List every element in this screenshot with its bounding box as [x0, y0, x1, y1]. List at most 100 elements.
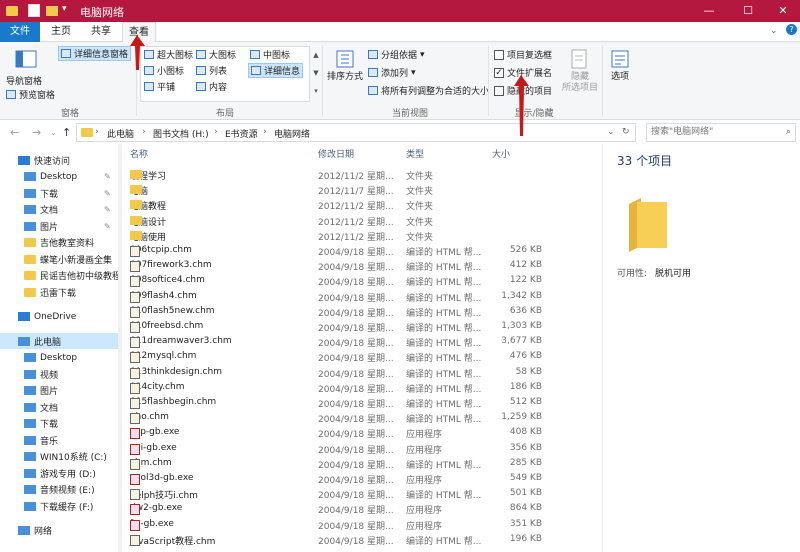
nav-item[interactable]: 快速访问: [0, 152, 118, 168]
nav-item[interactable]: OneDrive: [0, 309, 118, 325]
breadcrumb-item[interactable]: E书资源: [225, 127, 258, 140]
nav-item[interactable]: 吉他教室资料: [0, 235, 118, 251]
file-row[interactable]: 010flash5new.chm 2004/9/18 星期... 编译的 HTML …: [122, 305, 552, 320]
breadcrumb-separator-icon: ›: [263, 127, 267, 137]
layout-tiles[interactable]: 平铺: [144, 80, 175, 93]
nav-item[interactable]: 下载 ✎: [0, 185, 118, 201]
nav-item[interactable]: 下载缓存 (F:): [0, 498, 118, 514]
nav-item[interactable]: 下载: [0, 416, 118, 432]
forward-icon[interactable]: →: [32, 126, 41, 139]
nav-item[interactable]: WIN10系统 (C:): [0, 449, 118, 465]
nav-item[interactable]: 民谣吉他初中级教程: [0, 268, 118, 284]
tab-home[interactable]: 主页: [44, 22, 78, 42]
file-row[interactable]: cgi-gb.exe 2004/9/18 星期... 应用程序 356 KB: [122, 442, 552, 457]
search-input[interactable]: 搜索"电脑网络" ⌕: [646, 123, 796, 142]
file-row[interactable]: 011dreamwaver3.chm 2004/9/18 星期... 编译的 HTM…: [122, 335, 552, 350]
column-header-name[interactable]: 名称: [130, 144, 148, 166]
nav-item[interactable]: 音频视频 (E:): [0, 482, 118, 498]
file-row[interactable]: aho.chm 2004/9/18 星期... 编译的 HTML 帮... 1,259…: [122, 411, 552, 426]
new-folder-icon[interactable]: [46, 6, 58, 16]
file-row[interactable]: delph技巧i.chm 2004/9/18 星期... 编译的 HTML 帮...…: [122, 487, 552, 502]
layout-extra-large-icons[interactable]: 超大图标: [144, 48, 193, 61]
nav-item[interactable]: 网络: [0, 523, 118, 539]
file-row[interactable]: dw2-gb.exe 2004/9/18 星期... 应用程序 864 KB: [122, 502, 552, 517]
layout-scroll[interactable]: ▲ ▼ ▾: [312, 46, 320, 102]
column-header-type[interactable]: 类型: [406, 144, 424, 166]
tab-file[interactable]: 文件: [0, 22, 40, 42]
file-row[interactable]: 008softice4.chm 2004/9/18 星期... 编译的 HTML 帮…: [122, 274, 552, 289]
layout-small-icons[interactable]: 小图标: [144, 64, 184, 77]
file-row[interactable]: 电脑 2012/11/7 星期... 文件夹: [122, 183, 552, 198]
refresh-icon[interactable]: ↻: [622, 127, 630, 137]
nav-item[interactable]: 文档 ✎: [0, 202, 118, 218]
options-button[interactable]: 选项: [606, 48, 634, 83]
help-file-icon: [130, 322, 140, 333]
nav-item[interactable]: Desktop ✎: [0, 169, 118, 185]
tab-share[interactable]: 共享: [84, 22, 118, 42]
maximize-button[interactable]: ☐: [731, 0, 765, 22]
file-row[interactable]: fw-gb.exe 2004/9/18 星期... 应用程序 351 KB: [122, 518, 552, 533]
address-bar[interactable]: › 此电脑 › 图书文档 (H:) › E书资源 › 电脑网络 ⌄ ↻: [76, 123, 636, 142]
fit-columns-button[interactable]: 将所有列调整为合适的大小: [368, 84, 489, 97]
customize-toolbar-icon[interactable]: ▾: [62, 4, 70, 17]
checkbox-checked[interactable]: ✓: [494, 67, 504, 78]
hide-selected-button[interactable]: 隐藏 所选项目: [560, 48, 600, 94]
breadcrumb-item[interactable]: 电脑网络: [274, 127, 310, 140]
file-row[interactable]: 编程学习 2012/11/2 星期... 文件夹: [122, 168, 552, 183]
up-icon[interactable]: ↑: [62, 126, 71, 139]
file-row[interactable]: 013thinkdesign.chm 2004/9/18 星期... 编译的 HTM…: [122, 366, 552, 381]
layout-content[interactable]: 内容: [196, 80, 227, 93]
layout-large-icons[interactable]: 大图标: [196, 48, 236, 61]
close-button[interactable]: ✕: [766, 0, 800, 22]
nav-item[interactable]: 迅雷下载: [0, 284, 118, 300]
minimize-button[interactable]: —: [692, 0, 726, 22]
back-icon[interactable]: ←: [10, 126, 19, 139]
breadcrumb-item[interactable]: 图书文档 (H:): [153, 127, 209, 140]
file-row[interactable]: asp-gb.exe 2004/9/18 星期... 应用程序 408 KB: [122, 426, 552, 441]
breadcrumb-item[interactable]: 此电脑: [107, 127, 134, 140]
nav-item[interactable]: 音乐: [0, 432, 118, 448]
nav-pane-label[interactable]: 导航窗格: [6, 74, 42, 87]
nav-item[interactable]: Desktop: [0, 350, 118, 366]
add-column-button[interactable]: 添加列 ▾: [368, 66, 416, 79]
nav-item[interactable]: 文档: [0, 399, 118, 415]
nav-item[interactable]: 视频: [0, 366, 118, 382]
column-header-date[interactable]: 修改日期: [318, 144, 354, 166]
layout-details[interactable]: 详细信息: [248, 63, 304, 78]
file-row[interactable]: chm.chm 2004/9/18 星期... 编译的 HTML 帮... 285 K…: [122, 457, 552, 472]
file-size: 58 KB: [515, 366, 542, 377]
file-row[interactable]: 009flash4.chm 2004/9/18 星期... 编译的 HTML 帮..…: [122, 290, 552, 305]
nav-pane-button[interactable]: [4, 48, 48, 72]
nav-item[interactable]: 蝶笔小新漫画全集: [0, 251, 118, 267]
file-row[interactable]: 012mysql.chm 2004/9/18 星期... 编译的 HTML 帮...…: [122, 350, 552, 365]
chevron-down-icon[interactable]: ⌄: [607, 127, 615, 137]
file-row[interactable]: 007firework3.chm 2004/9/18 星期... 编译的 HTML …: [122, 259, 552, 274]
file-row[interactable]: 电脑使用 2012/11/2 星期... 文件夹: [122, 229, 552, 244]
help-icon[interactable]: ?: [786, 24, 797, 35]
column-header-size[interactable]: 大小: [492, 144, 510, 166]
layout-list[interactable]: 列表: [196, 64, 227, 77]
checkbox[interactable]: [494, 49, 504, 60]
nav-item[interactable]: 此电脑: [0, 333, 118, 349]
details-pane-button[interactable]: 详细信息窗格: [58, 46, 132, 61]
nav-item[interactable]: 图片: [0, 383, 118, 399]
file-row[interactable]: 电脑教程 2012/11/2 星期... 文件夹: [122, 198, 552, 213]
group-by-button[interactable]: 分组依据 ▾: [368, 48, 425, 61]
file-row[interactable]: JavaScript教程.chm 2004/9/18 星期... 编译的 HTML …: [122, 533, 552, 548]
preview-pane-button[interactable]: 预览窗格: [6, 88, 55, 101]
file-row[interactable]: 电脑设计 2012/11/2 星期... 文件夹: [122, 214, 552, 229]
file-row[interactable]: cool3d-gb.exe 2004/9/18 星期... 应用程序 549 KB: [122, 472, 552, 487]
recent-chevron-icon[interactable]: ⌄: [50, 128, 57, 137]
nav-item[interactable]: 游戏专用 (D:): [0, 465, 118, 481]
file-row[interactable]: 006tcpip.chm 2004/9/18 星期... 编译的 HTML 帮...…: [122, 244, 552, 259]
properties-icon[interactable]: [28, 4, 40, 17]
file-row[interactable]: 015flashbegin.chm 2004/9/18 星期... 编译的 HTML…: [122, 396, 552, 411]
nav-item[interactable]: 图片 ✎: [0, 218, 118, 234]
layout-medium-icons[interactable]: 中图标: [250, 48, 290, 61]
expand-ribbon-icon[interactable]: ⌄: [770, 26, 778, 36]
item-checkboxes-toggle[interactable]: 项目复选框: [494, 48, 552, 61]
sort-by-button[interactable]: 排序方式: [324, 48, 366, 83]
checkbox[interactable]: [494, 85, 504, 96]
file-row[interactable]: 010freebsd.chm 2004/9/18 星期... 编译的 HTML 帮.…: [122, 320, 552, 335]
file-row[interactable]: 014city.chm 2004/9/18 星期... 编译的 HTML 帮... 1…: [122, 381, 552, 396]
